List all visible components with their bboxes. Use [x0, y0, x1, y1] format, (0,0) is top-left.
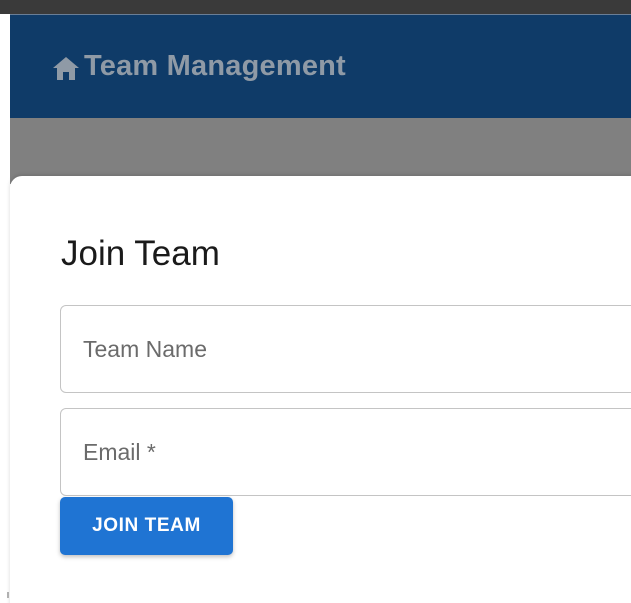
- home-icon[interactable]: [52, 55, 80, 81]
- email-field[interactable]: [60, 408, 631, 496]
- email-input[interactable]: [61, 409, 631, 495]
- team-name-field[interactable]: [60, 305, 631, 393]
- window-top-strip: [0, 0, 631, 14]
- join-team-dialog: Join Team JOIN TEAM: [10, 176, 631, 603]
- app-title[interactable]: Team Management: [84, 50, 346, 83]
- app-bar: Team Management: [10, 14, 631, 118]
- edge-mark: [7, 592, 9, 598]
- modal-backdrop: [10, 118, 631, 184]
- team-name-input[interactable]: [61, 306, 631, 392]
- join-team-button[interactable]: JOIN TEAM: [60, 497, 233, 555]
- page: Team Management Join Team JOIN TEAM: [0, 0, 631, 603]
- dialog-title: Join Team: [61, 234, 220, 273]
